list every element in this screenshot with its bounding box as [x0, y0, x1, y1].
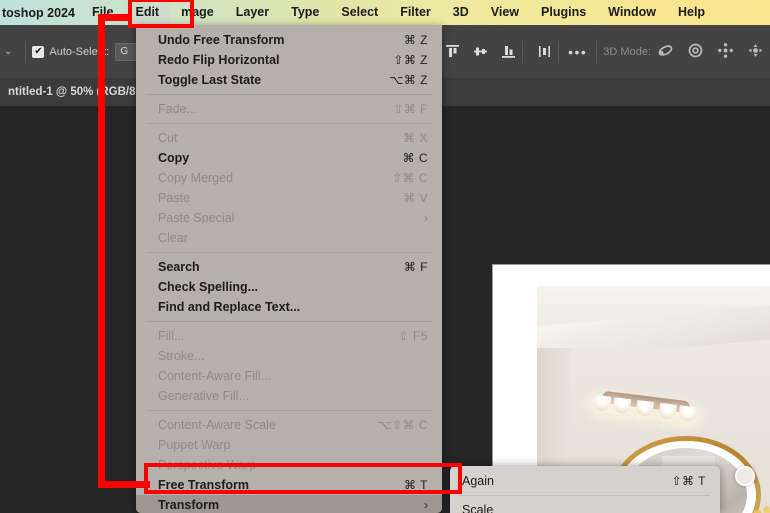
submenu-item-again[interactable]: Again ⇧⌘ T — [450, 471, 720, 491]
align-vertical-centers-icon[interactable] — [473, 44, 488, 59]
more-options-icon[interactable]: ••• — [565, 44, 590, 60]
align-top-edges-icon[interactable] — [445, 44, 460, 59]
3d-slide-icon[interactable] — [747, 43, 764, 61]
menu-item-stroke[interactable]: Stroke... — [136, 346, 442, 366]
menu-item-copy[interactable]: Copy ⌘ C — [136, 148, 442, 168]
edit-dropdown-menu[interactable]: Undo Free Transform ⌘ Z Redo Flip Horizo… — [136, 25, 442, 513]
submenu-chevron-icon: › — [424, 498, 428, 512]
menu-separator — [146, 410, 432, 411]
menubar-item-select[interactable]: Select — [330, 0, 389, 25]
menu-item-toggle-last-state[interactable]: Toggle Last State ⌥⌘ Z — [136, 70, 442, 90]
edit-menu-highlight-box — [128, 0, 194, 28]
distribute-tools — [537, 44, 552, 59]
menubar-item-3d[interactable]: 3D — [442, 0, 480, 25]
annotation-connector-horizontal-bottom — [98, 481, 150, 488]
menu-item-paste-special[interactable]: Paste Special › — [136, 208, 442, 228]
menu-item-find-and-replace-text[interactable]: Find and Replace Text... — [136, 297, 442, 317]
menu-item-clear[interactable]: Clear — [136, 228, 442, 248]
chevron-down-icon[interactable]: ⌄ — [0, 46, 19, 57]
menu-item-content-aware-fill[interactable]: Content-Aware Fill... — [136, 366, 442, 386]
divider — [558, 40, 560, 63]
menu-item-generative-fill[interactable]: Generative Fill... — [136, 386, 442, 406]
menu-item-copy-merged[interactable]: Copy Merged ⇧⌘ C — [136, 168, 442, 188]
3d-mode-tools — [657, 42, 764, 61]
menu-item-paste[interactable]: Paste ⌘ V — [136, 188, 442, 208]
menu-separator — [146, 321, 432, 322]
menu-item-puppet-warp[interactable]: Puppet Warp — [136, 435, 442, 455]
menu-separator — [146, 123, 432, 124]
menu-separator — [460, 495, 710, 496]
3d-roll-icon[interactable] — [687, 43, 704, 61]
menubar-item-filter[interactable]: Filter — [389, 0, 442, 25]
divider — [522, 40, 524, 63]
submenu-item-scale[interactable]: Scale — [450, 500, 720, 513]
menu-item-fade[interactable]: Fade... ⇧⌘ F — [136, 99, 442, 119]
menubar-item-layer[interactable]: Layer — [225, 0, 280, 25]
transform-submenu[interactable]: Again ⇧⌘ T Scale — [450, 466, 720, 513]
menubar-item-view[interactable]: View — [480, 0, 530, 25]
menu-item-transform[interactable]: Transform › — [136, 495, 442, 513]
menu-item-check-spelling[interactable]: Check Spelling... — [136, 277, 442, 297]
menubar-item-help[interactable]: Help — [667, 0, 716, 25]
menu-item-redo-flip-horizontal[interactable]: Redo Flip Horizontal ⇧⌘ Z — [136, 50, 442, 70]
3d-mode-label: 3D Mode: — [603, 45, 651, 58]
flower-arrangement — [733, 504, 770, 513]
annotation-connector-vertical — [98, 14, 105, 488]
3d-orbit-icon[interactable] — [657, 43, 674, 61]
divider — [25, 40, 27, 63]
menu-item-cut[interactable]: Cut ⌘ X — [136, 128, 442, 148]
menu-item-search[interactable]: Search ⌘ F — [136, 257, 442, 277]
app-title: toshop 2024 — [2, 5, 75, 20]
menu-item-undo-free-transform[interactable]: Undo Free Transform ⌘ Z — [136, 30, 442, 50]
3d-pan-icon[interactable] — [717, 42, 734, 61]
menu-item-fill[interactable]: Fill... ⇧ F5 — [136, 326, 442, 346]
menu-separator — [146, 252, 432, 253]
photoshop-window: toshop 2024 File Edit mage Layer Type Se… — [0, 0, 770, 513]
transform-item-highlight-box — [144, 463, 462, 494]
document-tab[interactable]: ntitled-1 @ 50% (RGB/8 — [0, 78, 144, 106]
distribute-horizontal-icon[interactable] — [537, 44, 552, 59]
align-bottom-edges-icon[interactable] — [501, 44, 516, 59]
menubar-item-plugins[interactable]: Plugins — [530, 0, 597, 25]
submenu-chevron-icon: › — [424, 211, 428, 225]
menubar-item-type[interactable]: Type — [280, 0, 330, 25]
menubar-item-window[interactable]: Window — [597, 0, 667, 25]
menu-item-content-aware-scale[interactable]: Content-Aware Scale ⌥⇧⌘ C — [136, 415, 442, 435]
auto-select-checkbox[interactable]: ✔ — [32, 45, 45, 58]
align-tools — [445, 44, 516, 59]
menu-separator — [146, 94, 432, 95]
menu-bar: toshop 2024 File Edit mage Layer Type Se… — [0, 0, 770, 25]
divider — [596, 40, 598, 63]
